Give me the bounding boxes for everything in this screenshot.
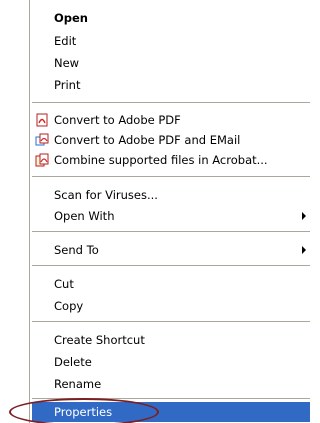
menu-item-new[interactable]: New bbox=[32, 53, 310, 73]
menu-item-scan-viruses[interactable]: Scan for Viruses... bbox=[32, 185, 310, 205]
menu-item-convert-pdf-email[interactable]: Convert to Adobe PDF and EMail bbox=[32, 130, 310, 150]
menu-item-label: Delete bbox=[54, 355, 92, 369]
menu-item-copy[interactable]: Copy bbox=[32, 296, 310, 316]
screenshot-stage: Open Edit New Print Convert to Adobe PDF bbox=[0, 0, 311, 423]
menu-item-print[interactable]: Print bbox=[32, 75, 310, 95]
chevron-right-icon bbox=[302, 246, 306, 254]
menu-item-label: Convert to Adobe PDF and EMail bbox=[54, 133, 241, 147]
menu-separator bbox=[32, 231, 310, 232]
menu-separator bbox=[32, 321, 310, 322]
menu-item-delete[interactable]: Delete bbox=[32, 352, 310, 372]
menu-item-label: Send To bbox=[54, 243, 99, 257]
menu-item-combine[interactable]: Combine supported files in Acrobat... bbox=[32, 150, 310, 170]
menu-item-label: New bbox=[54, 56, 80, 70]
menu-item-label: Open With bbox=[54, 209, 115, 223]
menu-item-create-shortcut[interactable]: Create Shortcut bbox=[32, 330, 310, 350]
menu-item-cut[interactable]: Cut bbox=[32, 274, 310, 294]
adobe-pdf-email-icon bbox=[35, 133, 49, 146]
menu-item-label: Properties bbox=[54, 405, 113, 419]
chevron-right-icon bbox=[302, 212, 306, 220]
menu-item-label: Copy bbox=[54, 299, 84, 313]
acrobat-combine-icon bbox=[35, 153, 49, 167]
menu-item-convert-pdf[interactable]: Convert to Adobe PDF bbox=[32, 110, 310, 130]
menu-item-label: Combine supported files in Acrobat... bbox=[54, 153, 268, 167]
menu-item-label: Print bbox=[54, 78, 81, 92]
menu-item-label: Create Shortcut bbox=[54, 333, 145, 347]
menu-item-send-to[interactable]: Send To bbox=[32, 240, 310, 260]
menu-separator bbox=[32, 176, 310, 177]
menu-item-properties[interactable]: Properties bbox=[32, 402, 310, 422]
menu-item-label: Convert to Adobe PDF bbox=[54, 113, 181, 127]
context-menu: Open Edit New Print Convert to Adobe PDF bbox=[29, 0, 311, 423]
menu-separator bbox=[32, 265, 310, 266]
menu-item-label: Rename bbox=[54, 377, 102, 391]
menu-separator bbox=[32, 102, 310, 103]
menu-item-label: Scan for Viruses... bbox=[54, 188, 158, 202]
menu-item-edit[interactable]: Edit bbox=[32, 31, 310, 51]
adobe-pdf-icon bbox=[36, 113, 48, 127]
menu-item-open-with[interactable]: Open With bbox=[32, 206, 310, 226]
menu-item-open[interactable]: Open bbox=[32, 8, 310, 28]
menu-item-label: Edit bbox=[54, 34, 77, 48]
menu-separator bbox=[32, 398, 310, 399]
menu-item-label: Cut bbox=[54, 277, 74, 291]
menu-item-label: Open bbox=[54, 11, 88, 25]
menu-item-rename[interactable]: Rename bbox=[32, 374, 310, 394]
